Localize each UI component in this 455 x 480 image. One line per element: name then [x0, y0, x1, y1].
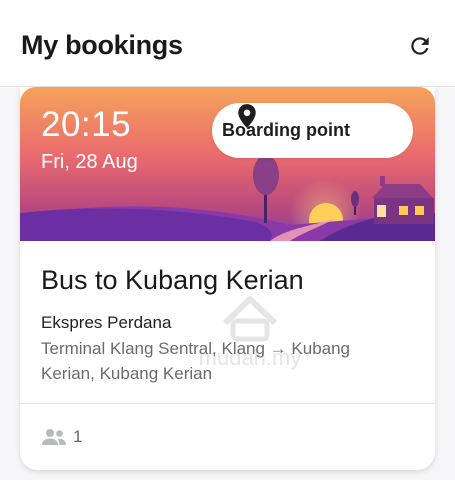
- passenger-count-value: 1: [73, 427, 83, 446]
- route-stations: Terminal Klang Sentral, Klang → Kubang K…: [41, 339, 351, 383]
- page-title: My bookings: [21, 30, 183, 60]
- route-title: Bus to Kubang Kerian: [41, 265, 304, 295]
- divider: [20, 403, 435, 404]
- app-header: My bookings: [0, 0, 455, 87]
- refresh-button[interactable]: [404, 30, 436, 62]
- operator-name: Ekspres Perdana: [41, 313, 172, 332]
- boarding-point-button[interactable]: Boarding point: [212, 103, 413, 158]
- passenger-count: 1: [41, 427, 82, 447]
- departure-time: 20:15: [41, 105, 132, 144]
- trip-banner: 20:15 Fri, 28 Aug Boarding point: [20, 87, 435, 241]
- booking-card[interactable]: 20:15 Fri, 28 Aug Boarding point Bus to …: [20, 87, 435, 470]
- people-icon: [42, 429, 66, 445]
- map-pin-icon: [238, 104, 256, 128]
- refresh-icon: [411, 37, 429, 55]
- departure-date: Fri, 28 Aug: [41, 151, 138, 173]
